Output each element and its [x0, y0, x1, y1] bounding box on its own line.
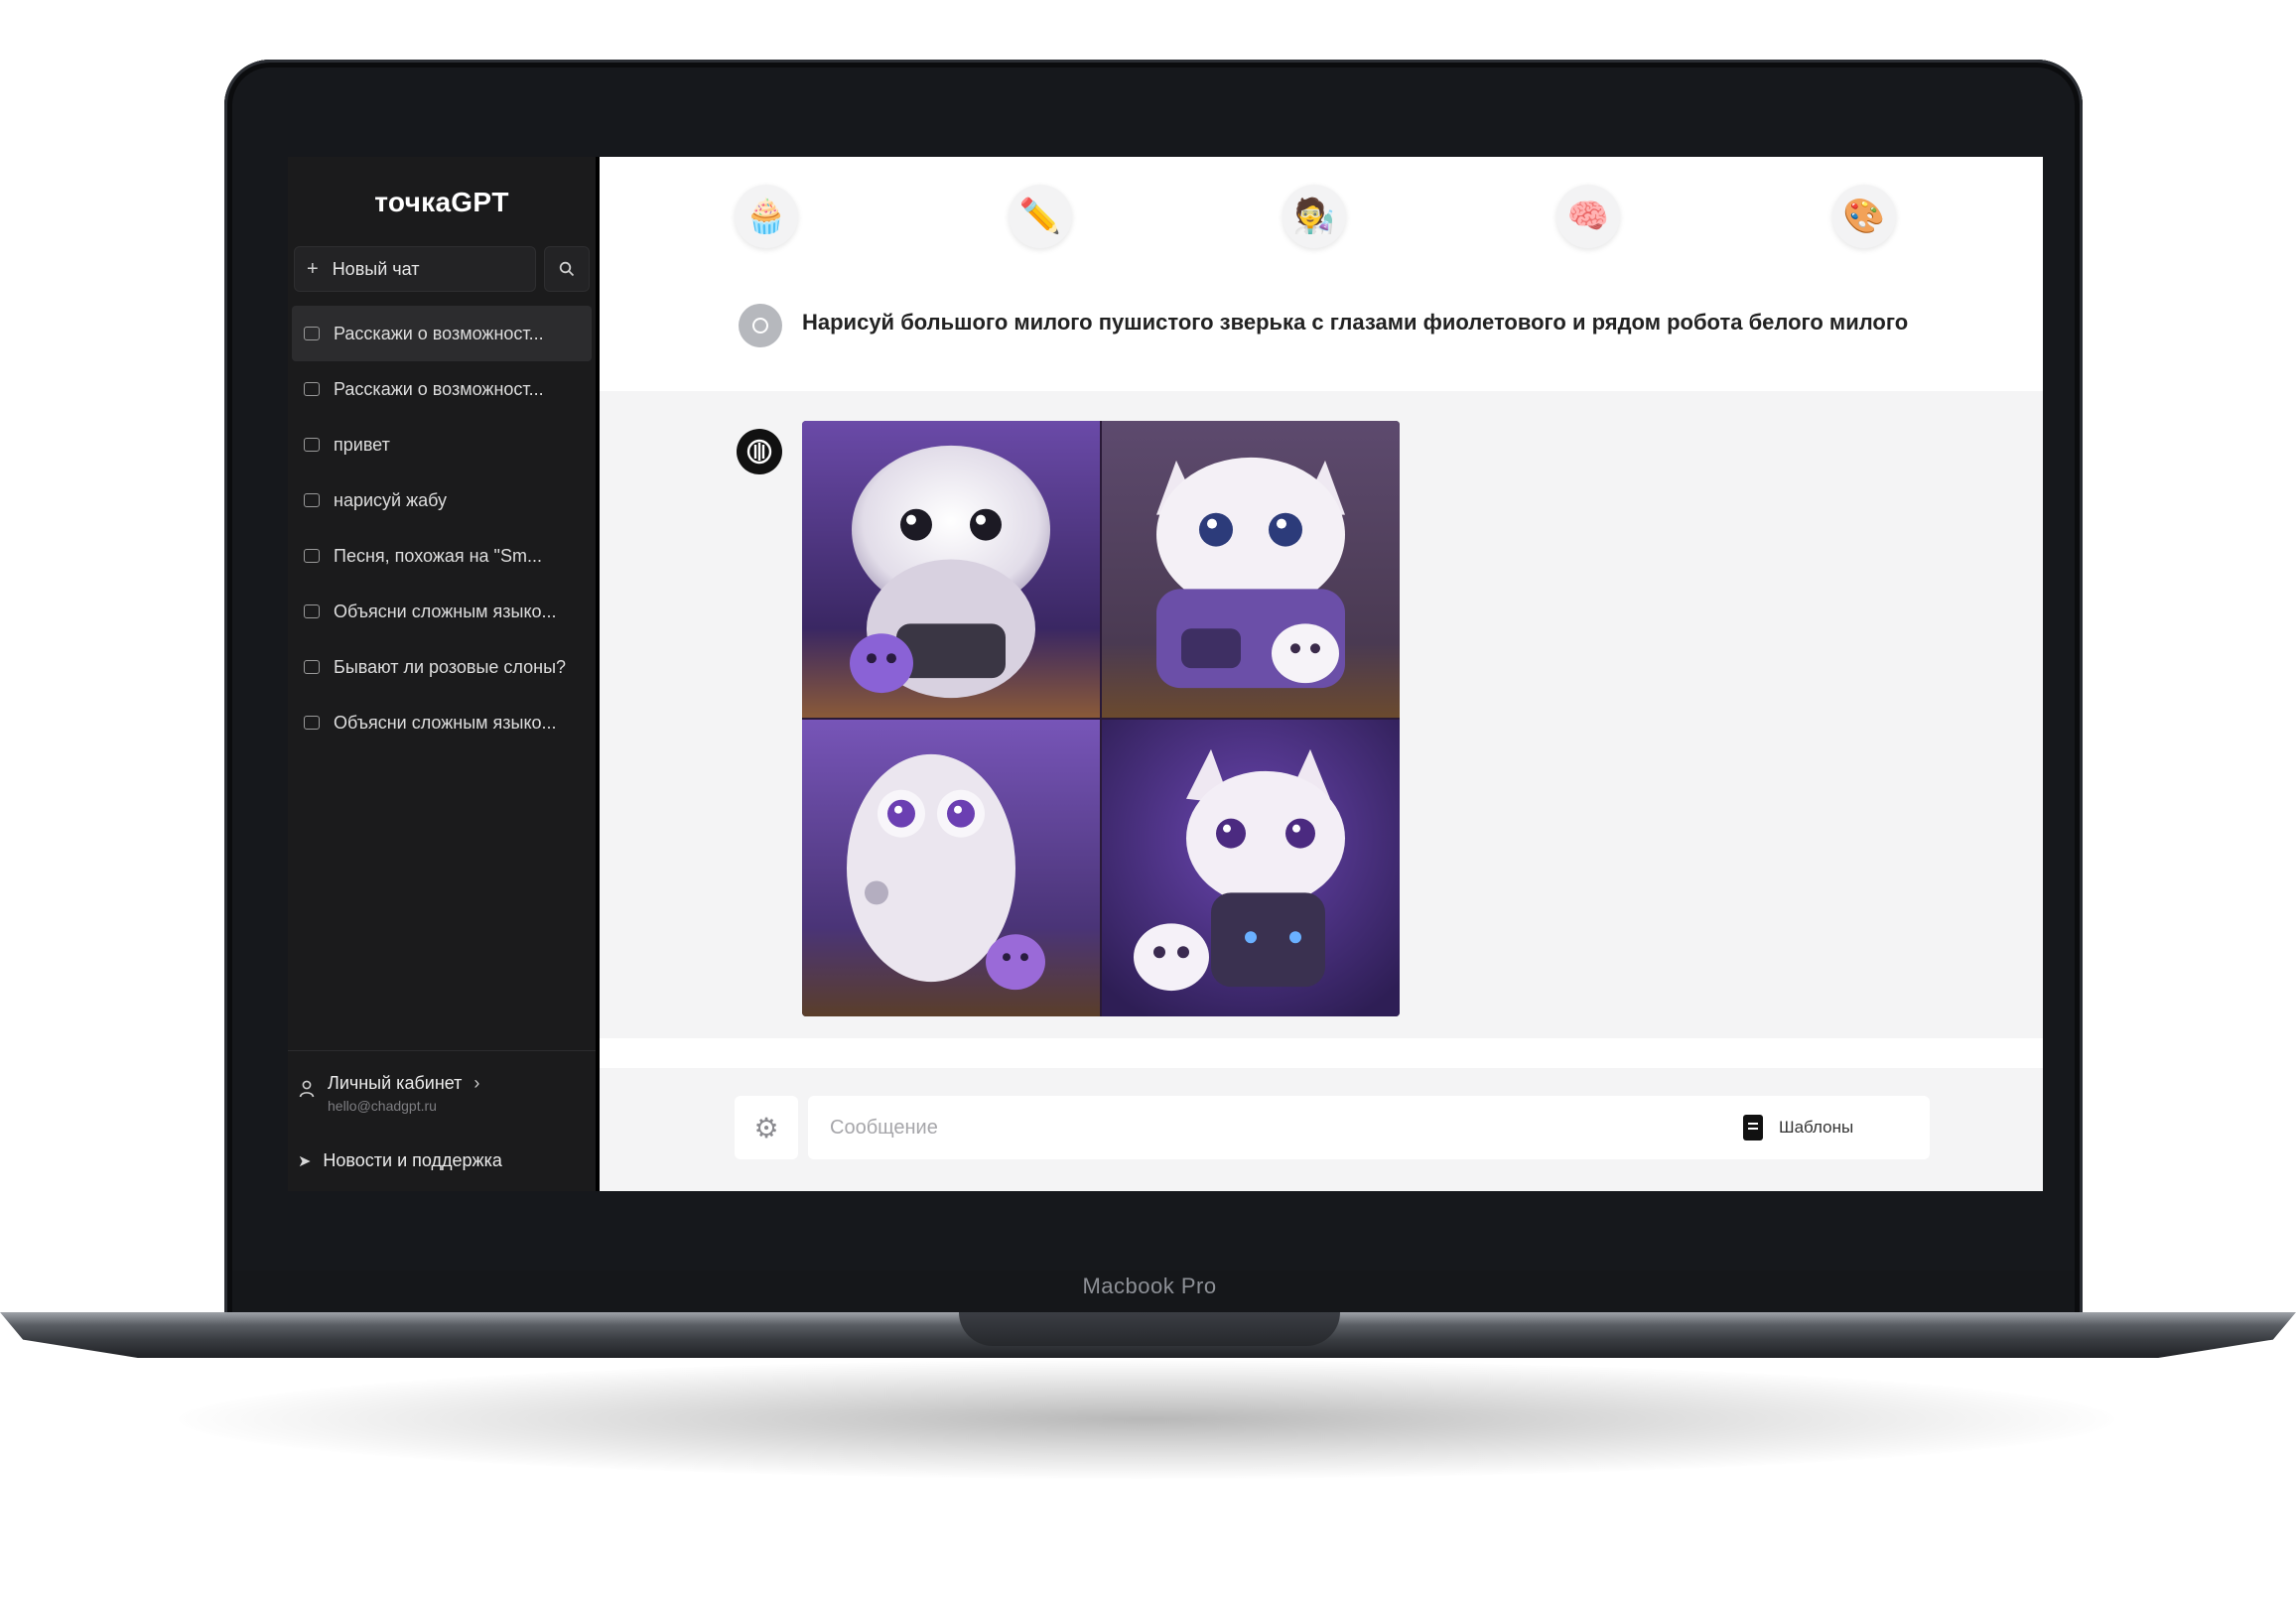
chat-bubble-icon: [304, 493, 320, 507]
news-support-link[interactable]: ➤ Новости и поддержка: [298, 1150, 502, 1171]
model-selector: 🧁 ✏️ 🧑‍🔬 🧠 🎨: [600, 185, 2043, 264]
chat-history-item[interactable]: Бывают ли розовые слоны?: [292, 639, 592, 695]
laptop-shadow: [179, 1360, 2114, 1479]
chat-history-list: Расскажи о возможност... Расскажи о возм…: [288, 306, 596, 750]
chat-history-item[interactable]: нарисуй жабу: [292, 472, 592, 528]
account-name: Личный кабинет: [328, 1073, 463, 1093]
search-icon: [559, 261, 575, 277]
templates-label: Шаблоны: [1779, 1118, 1854, 1137]
chat-history-item[interactable]: Песня, похожая на "Sm...: [292, 528, 592, 584]
user-icon: [299, 1080, 315, 1098]
chat-bubble-icon: [304, 716, 320, 730]
chat-history-item[interactable]: Объясни сложным языко...: [292, 695, 592, 750]
generated-image-grid: [802, 421, 1400, 1016]
bot-message-row: [600, 391, 2043, 1038]
account-link[interactable]: Личный кабинет › hello@chadgpt.ru: [298, 1073, 479, 1114]
chat-history-item[interactable]: Расскажи о возможност...: [292, 306, 592, 361]
sidebar: точкаGPT + Новый чат Расскажи о возможно…: [288, 157, 596, 1191]
chat-history-item[interactable]: Расскажи о возможност...: [292, 361, 592, 417]
palette-icon[interactable]: 🎨: [1832, 185, 1896, 248]
message-composer: ⚙ Шаблоны: [600, 1068, 2043, 1191]
chat-title: привет: [334, 434, 390, 455]
chat-bubble-icon: [304, 660, 320, 674]
chat-title: Объясни сложным языко...: [334, 601, 557, 621]
chat-title: Расскажи о возможност...: [334, 323, 544, 343]
chat-title: Бывают ли розовые слоны?: [334, 656, 567, 677]
generated-image[interactable]: [1102, 720, 1400, 1016]
user-message-text: Нарисуй большого милого пушистого зверьк…: [802, 310, 1909, 335]
settings-button[interactable]: ⚙: [735, 1096, 798, 1159]
generated-image[interactable]: [1102, 421, 1400, 718]
chat-title: Объясни сложным языко...: [334, 712, 557, 733]
chat-main: 🧁 ✏️ 🧑‍🔬 🧠 🎨 Нарисуй большого милого пуш…: [600, 157, 2043, 1191]
device-model-label: Macbook Pro: [1082, 1274, 1217, 1298]
search-button[interactable]: [544, 246, 590, 292]
app-logo: точкаGPT: [374, 187, 509, 217]
sidebar-footer: Личный кабинет › hello@chadgpt.ru ➤ Новос…: [288, 1050, 596, 1191]
chat-title: Песня, похожая на "Sm...: [334, 545, 542, 566]
brain-icon[interactable]: 🧠: [1556, 185, 1620, 248]
scientist-icon[interactable]: 🧑‍🔬: [1283, 185, 1346, 248]
chat-bubble-icon: [304, 549, 320, 563]
chat-title: Расскажи о возможност...: [334, 378, 544, 399]
chevron-right-icon: ›: [473, 1073, 480, 1093]
chat-title: нарисуй жабу: [334, 489, 448, 510]
chat-bubble-icon: [304, 438, 320, 452]
cupcake-icon[interactable]: 🧁: [735, 185, 798, 248]
support-label: Новости и поддержка: [323, 1150, 502, 1170]
chat-bubble-icon: [304, 327, 320, 340]
chat-bubble-icon: [304, 604, 320, 618]
laptop-notch: [959, 1312, 1340, 1346]
generated-image[interactable]: [802, 421, 1100, 718]
new-chat-label: Новый чат: [332, 258, 420, 279]
bot-avatar-icon: [737, 429, 782, 474]
telegram-icon: ➤: [298, 1152, 312, 1170]
chat-history-item[interactable]: привет: [292, 417, 592, 472]
account-email: hello@chadgpt.ru: [328, 1098, 437, 1114]
templates-button[interactable]: Шаблоны: [1743, 1104, 1892, 1151]
gear-icon: ⚙: [753, 1112, 779, 1143]
user-message-row: Нарисуй большого милого пушистого зверьк…: [600, 282, 2043, 391]
new-chat-button[interactable]: + Новый чат: [294, 246, 536, 292]
pencil-icon[interactable]: ✏️: [1009, 185, 1072, 248]
chat-history-item[interactable]: Объясни сложным языко...: [292, 584, 592, 639]
document-icon: [1743, 1115, 1763, 1140]
user-avatar: [739, 304, 782, 347]
plus-icon: +: [307, 257, 319, 280]
app-screen: точкаGPT + Новый чат Расскажи о возможно…: [288, 157, 2043, 1191]
generated-image[interactable]: [802, 720, 1100, 1016]
chat-bubble-icon: [304, 382, 320, 396]
